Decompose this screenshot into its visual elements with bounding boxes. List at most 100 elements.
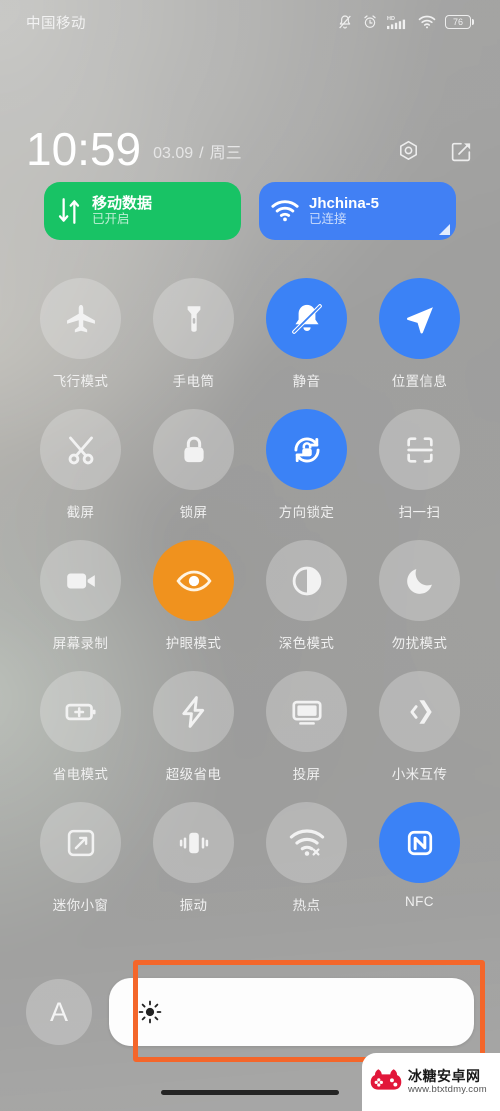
quick-settings-panel: 中国移动 HD 76 10:59 03.09 / 周三 移动数据 已开启 Jhc… bbox=[0, 0, 500, 1111]
wifi-icon bbox=[418, 15, 436, 29]
status-bar: 中国移动 HD 76 bbox=[0, 0, 500, 44]
scissors-screenshot-icon bbox=[68, 436, 93, 464]
toggle-circle bbox=[153, 278, 234, 359]
toggle-label: 屏幕录制 bbox=[52, 636, 109, 651]
toggle-grid: 飞行模式 手电筒 静音 位置信息 截屏 锁屏 方向锁定 扫一扫 屏幕录制 护眼模… bbox=[0, 278, 500, 914]
toggle-label: 勿扰模式 bbox=[391, 636, 448, 651]
hd-signal-icon: HD bbox=[387, 16, 406, 30]
wifi-status: 已连接 bbox=[309, 212, 347, 227]
toggle-circle bbox=[379, 671, 460, 752]
wifi-tile[interactable]: Jhchina-5 已连接 bbox=[259, 182, 456, 240]
toggle-circle bbox=[40, 671, 121, 752]
toggle-do-not-disturb[interactable]: 勿扰模式 bbox=[363, 540, 476, 652]
date-block: 03.09 / 周三 bbox=[153, 139, 242, 170]
toggle-row: 截屏 锁屏 方向锁定 扫一扫 bbox=[0, 409, 500, 521]
brightness-row: A bbox=[0, 968, 500, 1056]
toggle-circle bbox=[153, 671, 234, 752]
nfc-icon bbox=[407, 830, 432, 855]
toggle-circle bbox=[153, 802, 234, 883]
clock-row: 10:59 03.09 / 周三 bbox=[0, 112, 500, 175]
toggle-circle bbox=[40, 409, 121, 490]
toggle-circle bbox=[266, 409, 347, 490]
toggle-cast[interactable]: 投屏 bbox=[250, 671, 363, 783]
toggle-label: 护眼模式 bbox=[165, 636, 222, 651]
toggle-label: 省电模式 bbox=[52, 767, 109, 782]
clock-time: 10:59 bbox=[26, 122, 142, 175]
toggle-circle bbox=[266, 671, 347, 752]
toggle-mi-share[interactable]: 小米互传 bbox=[363, 671, 476, 783]
padlock-icon bbox=[183, 436, 204, 462]
toggle-battery-saver[interactable]: 省电模式 bbox=[24, 671, 137, 783]
toggle-circle bbox=[266, 278, 347, 359]
toggle-label: 截屏 bbox=[66, 505, 95, 520]
connectivity-tiles: 移动数据 已开启 Jhchina-5 已连接 bbox=[0, 182, 500, 240]
alarm-clock-icon bbox=[364, 15, 376, 28]
toggle-circle bbox=[40, 802, 121, 883]
battery-plus-icon bbox=[65, 703, 96, 720]
hotspot-icon bbox=[289, 828, 324, 856]
battery-icon: 76 bbox=[445, 15, 474, 29]
mobile-data-title: 移动数据 bbox=[92, 194, 153, 212]
toggle-mini-window[interactable]: 迷你小窗 bbox=[24, 802, 137, 914]
brightness-slider[interactable] bbox=[109, 978, 474, 1046]
rotation-lock-icon bbox=[293, 436, 320, 463]
toggle-label: NFC bbox=[405, 894, 434, 909]
header-actions bbox=[396, 139, 474, 170]
toggle-screenshot[interactable]: 截屏 bbox=[24, 409, 137, 521]
wifi-expand-corner-icon[interactable] bbox=[439, 224, 450, 235]
toggle-ultra-battery-saver[interactable]: 超级省电 bbox=[137, 671, 250, 783]
status-icons: HD 76 bbox=[337, 14, 474, 30]
toggle-vibrate[interactable]: 振动 bbox=[137, 802, 250, 914]
toggle-screen-record[interactable]: 屏幕录制 bbox=[24, 540, 137, 652]
toggle-dark-mode[interactable]: 深色模式 bbox=[250, 540, 363, 652]
toggle-label: 深色模式 bbox=[278, 636, 335, 651]
toggle-label: 振动 bbox=[179, 898, 208, 913]
mini-window-icon bbox=[67, 829, 94, 856]
toggle-row: 飞行模式 手电筒 静音 位置信息 bbox=[0, 278, 500, 390]
toggle-label: 飞行模式 bbox=[52, 374, 109, 389]
sun-brightness-icon bbox=[138, 1000, 162, 1024]
toggle-location[interactable]: 位置信息 bbox=[363, 278, 476, 390]
auto-brightness-button[interactable]: A bbox=[26, 979, 92, 1045]
toggle-scan[interactable]: 扫一扫 bbox=[363, 409, 476, 521]
flashlight-icon bbox=[187, 305, 200, 332]
wifi-ssid: Jhchina-5 bbox=[309, 194, 380, 212]
toggle-label: 手电筒 bbox=[172, 374, 215, 389]
svg-text:HD: HD bbox=[387, 16, 395, 22]
battery-level: 76 bbox=[452, 16, 463, 27]
toggle-label: 方向锁定 bbox=[278, 505, 335, 520]
toggle-hotspot[interactable]: 热点 bbox=[250, 802, 363, 914]
toggle-circle bbox=[40, 540, 121, 621]
toggle-eye-comfort[interactable]: 护眼模式 bbox=[137, 540, 250, 652]
toggle-label: 扫一扫 bbox=[398, 505, 441, 520]
toggle-label: 投屏 bbox=[292, 767, 321, 782]
toggle-airplane-mode[interactable]: 飞行模式 bbox=[24, 278, 137, 390]
toggle-rotation-lock[interactable]: 方向锁定 bbox=[250, 409, 363, 521]
edit-pencil-icon[interactable] bbox=[449, 139, 474, 164]
scan-frame-icon bbox=[406, 436, 433, 463]
toggle-label: 位置信息 bbox=[391, 374, 448, 389]
toggle-circle bbox=[379, 278, 460, 359]
home-indicator[interactable] bbox=[161, 1090, 339, 1095]
toggle-row: 屏幕录制 护眼模式 深色模式 勿扰模式 bbox=[0, 540, 500, 652]
settings-hex-icon[interactable] bbox=[396, 139, 421, 164]
toggle-label: 静音 bbox=[292, 374, 321, 389]
toggle-circle bbox=[379, 409, 460, 490]
vibrate-icon bbox=[179, 832, 208, 853]
eye-icon bbox=[175, 570, 212, 591]
toggle-mute[interactable]: 静音 bbox=[250, 278, 363, 390]
location-arrow-icon bbox=[406, 306, 433, 333]
toggle-label: 锁屏 bbox=[179, 505, 208, 520]
toggle-flashlight[interactable]: 手电筒 bbox=[137, 278, 250, 390]
toggle-nfc[interactable]: NFC bbox=[363, 802, 476, 914]
mobile-data-tile[interactable]: 移动数据 已开启 bbox=[44, 182, 241, 240]
date-label: 03.09 bbox=[153, 145, 194, 162]
mute-bell-icon bbox=[339, 15, 351, 29]
toggle-row: 迷你小窗 振动 热点 NFC bbox=[0, 802, 500, 914]
watermark-url: www.btxtdmy.com bbox=[408, 1083, 487, 1095]
mi-share-icon bbox=[409, 699, 432, 724]
toggle-circle bbox=[379, 540, 460, 621]
contrast-circle-icon bbox=[292, 566, 321, 595]
toggle-lock-screen[interactable]: 锁屏 bbox=[137, 409, 250, 521]
carrier-label: 中国移动 bbox=[26, 15, 86, 32]
